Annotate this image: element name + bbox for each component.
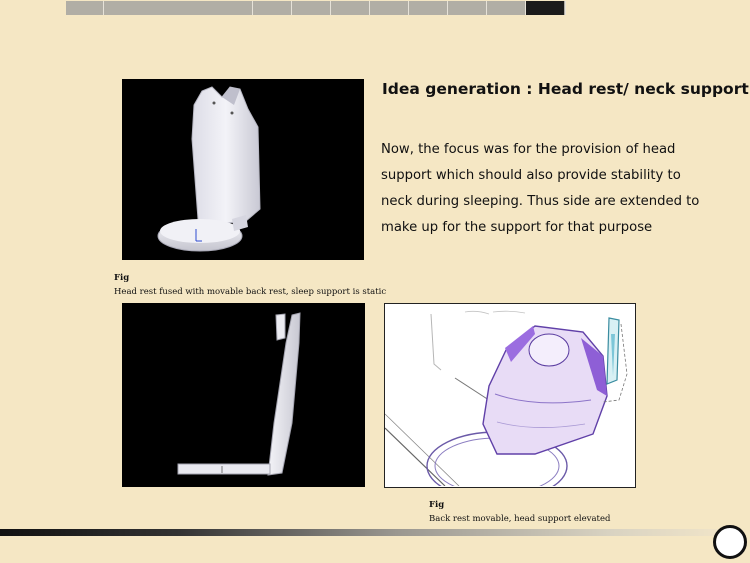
nav-tab-1[interactable] (66, 1, 104, 15)
nav-tab-6[interactable] (370, 1, 409, 15)
nav-tab-9[interactable] (487, 1, 526, 15)
figure-2-caption: Back rest movable, head support elevated (429, 514, 611, 524)
bottom-divider-bar (0, 529, 720, 536)
render-side-profile (122, 303, 365, 487)
nav-tab-4[interactable] (292, 1, 331, 15)
nav-tab-5[interactable] (331, 1, 370, 15)
sketch-head-support (384, 303, 636, 488)
figure-1-label: Fig (114, 273, 130, 283)
slide-title: Idea generation : Head rest/ neck suppor… (382, 80, 749, 98)
nav-tab-active[interactable] (526, 1, 564, 15)
figure-2-label: Fig (429, 500, 445, 510)
nav-tab-3[interactable] (253, 1, 292, 15)
figure-1-caption: Head rest fused with movable back rest, … (114, 287, 387, 297)
nav-tab-7[interactable] (409, 1, 448, 15)
slide-body-text: Now, the focus was for the provision of … (381, 142, 700, 235)
nav-tab-8[interactable] (448, 1, 487, 15)
nav-tab-2[interactable] (104, 1, 253, 15)
circle-icon[interactable] (713, 525, 747, 559)
render-seat-backrest (122, 79, 364, 260)
